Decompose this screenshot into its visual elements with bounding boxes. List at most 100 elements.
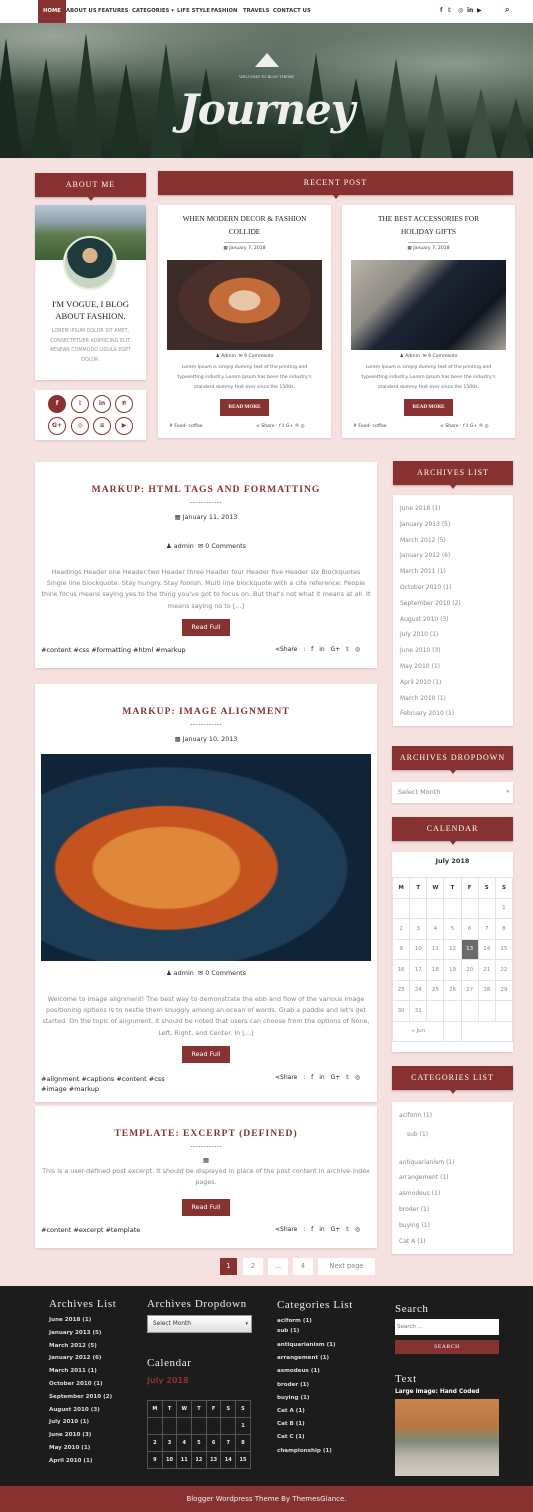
calendar-date[interactable]: 21 bbox=[477, 959, 496, 981]
list-item[interactable]: arrangement (1) bbox=[399, 1170, 454, 1186]
linkedin-icon[interactable]: in bbox=[93, 395, 111, 413]
twitter-icon[interactable]: 𝕥 bbox=[448, 7, 451, 14]
calendar-date[interactable]: 29 bbox=[494, 979, 514, 1001]
next-page-button[interactable]: Next page bbox=[318, 1258, 375, 1275]
nav-contact-us[interactable]: CONTACT US bbox=[273, 0, 311, 23]
list-item[interactable]: June 2018 (1) bbox=[400, 501, 461, 517]
list-item[interactable]: January 2012 (6) bbox=[49, 1352, 112, 1365]
calendar-date[interactable]: 22 bbox=[494, 959, 514, 981]
read-more-button[interactable]: READ MORE bbox=[404, 399, 453, 416]
nav-travels[interactable]: TRAVELS bbox=[243, 0, 270, 23]
nav-home[interactable]: HOME bbox=[38, 0, 66, 23]
share-links[interactable]: Share : f in G+ 𝕥 ◎ bbox=[280, 1226, 360, 1233]
calendar-prev-month-link[interactable]: « Jun bbox=[391, 1020, 445, 1042]
list-item[interactable]: Cat A (1) bbox=[399, 1234, 454, 1250]
list-item[interactable]: asmodeus (1) bbox=[399, 1186, 454, 1202]
calendar-date[interactable]: 3 bbox=[161, 1434, 178, 1452]
calendar-date[interactable]: 10 bbox=[409, 938, 428, 960]
list-item[interactable]: June 2010 (3) bbox=[400, 643, 461, 659]
recent-post-title[interactable]: THE BEST ACCESSORIES FOR bbox=[342, 213, 515, 226]
rss-icon[interactable]: ≋ bbox=[93, 417, 111, 435]
read-more-button[interactable]: READ MORE bbox=[220, 399, 269, 416]
list-item[interactable]: Cat A (1) bbox=[277, 1405, 336, 1418]
list-item[interactable]: sub (1) bbox=[399, 1127, 454, 1143]
page-1-button[interactable]: 1 bbox=[220, 1258, 237, 1275]
post-tag[interactable]: Food- coffee bbox=[358, 424, 386, 429]
calendar-date[interactable]: 4 bbox=[176, 1434, 193, 1452]
calendar-date[interactable]: 13 bbox=[205, 1451, 222, 1469]
list-item[interactable]: May 2010 (1) bbox=[400, 659, 461, 675]
youtube-icon[interactable]: ▶ bbox=[115, 417, 133, 435]
calendar-date[interactable]: 7 bbox=[220, 1434, 237, 1452]
calendar-date[interactable]: 18 bbox=[426, 959, 445, 981]
list-item[interactable]: August 2010 (3) bbox=[49, 1404, 112, 1417]
nav-fashion[interactable]: FASHION bbox=[211, 0, 237, 23]
list-item[interactable]: March 2010 (1) bbox=[400, 691, 461, 707]
list-item[interactable]: July 2010 (1) bbox=[49, 1416, 112, 1429]
calendar-date[interactable]: 6 bbox=[205, 1434, 222, 1452]
post-author[interactable]: admin bbox=[174, 969, 194, 977]
list-item[interactable]: buying (1) bbox=[277, 1392, 336, 1405]
read-full-button[interactable]: Read Full bbox=[182, 1046, 230, 1063]
facebook-icon[interactable]: f bbox=[48, 395, 66, 413]
list-item[interactable]: April 2010 (1) bbox=[49, 1455, 112, 1468]
nav-about-us[interactable]: ABOUT US bbox=[66, 0, 97, 23]
calendar-date[interactable]: 2 bbox=[391, 918, 411, 940]
calendar-date[interactable]: 19 bbox=[443, 959, 462, 981]
calendar-date[interactable]: 7 bbox=[477, 918, 496, 940]
list-item[interactable]: March 2012 (5) bbox=[400, 533, 461, 549]
list-item[interactable]: broder (1) bbox=[399, 1202, 454, 1218]
post-author[interactable]: Admin bbox=[221, 354, 236, 359]
calendar-date[interactable]: 11 bbox=[176, 1451, 193, 1469]
site-logo[interactable]: Journey bbox=[0, 85, 533, 134]
calendar-date[interactable]: 9 bbox=[147, 1451, 163, 1469]
calendar-date[interactable]: 30 bbox=[391, 1000, 411, 1022]
page-2-button[interactable]: 2 bbox=[243, 1258, 263, 1275]
pinterest-icon[interactable]: ℗ bbox=[115, 395, 133, 413]
calendar-date[interactable]: 8 bbox=[494, 918, 514, 940]
list-item[interactable]: antiquarianism (1) bbox=[399, 1155, 454, 1171]
post-title[interactable]: TEMPLATE: EXCERPT (DEFINED) bbox=[35, 1128, 377, 1139]
nav-categories[interactable]: CATEGORIES ▾ bbox=[132, 0, 174, 23]
calendar-date[interactable]: 13 bbox=[460, 938, 479, 960]
list-item[interactable]: arrangement (1) bbox=[277, 1352, 336, 1365]
list-item[interactable]: Cat B (1) bbox=[277, 1418, 336, 1431]
list-item[interactable]: buying (1) bbox=[399, 1218, 454, 1234]
list-item[interactable]: Cat C (1) bbox=[277, 1431, 336, 1444]
recent-post-title-line2[interactable]: COLLIDE bbox=[158, 226, 331, 239]
calendar-date[interactable]: 11 bbox=[426, 938, 445, 960]
calendar-date[interactable]: 6 bbox=[460, 918, 479, 940]
calendar-date[interactable]: 1 bbox=[235, 1417, 251, 1435]
calendar-date[interactable]: 26 bbox=[443, 979, 462, 1001]
list-item[interactable]: September 2010 (2) bbox=[400, 596, 461, 612]
instagram-icon[interactable]: ◎ bbox=[71, 417, 89, 435]
post-author[interactable]: Admin bbox=[405, 354, 420, 359]
post-tags[interactable]: #content #excerpt #template bbox=[41, 1226, 140, 1234]
list-item[interactable]: aciform (1) bbox=[399, 1108, 454, 1124]
calendar-date[interactable]: 14 bbox=[477, 938, 496, 960]
google-plus-icon[interactable]: G+ bbox=[48, 417, 66, 435]
calendar-date[interactable]: 14 bbox=[220, 1451, 237, 1469]
list-item[interactable]: championship (1) bbox=[277, 1445, 336, 1458]
recent-post-title[interactable]: WHEN MODERN DECOR & FASHION bbox=[158, 213, 331, 226]
list-item[interactable]: sub (1) bbox=[277, 1326, 336, 1336]
list-item[interactable]: October 2010 (1) bbox=[49, 1378, 112, 1391]
calendar-date[interactable]: 20 bbox=[460, 959, 479, 981]
list-item[interactable]: September 2010 (2) bbox=[49, 1391, 112, 1404]
calendar-date[interactable]: 5 bbox=[191, 1434, 207, 1452]
linkedin-icon[interactable]: in bbox=[467, 7, 473, 14]
read-full-button[interactable]: Read Full bbox=[182, 619, 230, 636]
calendar-date[interactable]: 12 bbox=[443, 938, 462, 960]
list-item[interactable]: June 2010 (3) bbox=[49, 1429, 112, 1442]
list-item[interactable]: May 2010 (1) bbox=[49, 1442, 112, 1455]
calendar-date[interactable]: 15 bbox=[235, 1451, 251, 1469]
list-item[interactable]: January 2013 (5) bbox=[49, 1327, 112, 1340]
paella-image[interactable] bbox=[41, 754, 371, 961]
calendar-date[interactable]: 23 bbox=[391, 979, 411, 1001]
share-links[interactable]: Share : f 𝕥 G+ ℗ ◎ bbox=[445, 424, 488, 429]
calendar-date[interactable]: 31 bbox=[409, 1000, 428, 1022]
list-item[interactable]: March 2011 (1) bbox=[49, 1365, 112, 1378]
calendar-date[interactable]: 28 bbox=[477, 979, 496, 1001]
list-item[interactable]: broder (1) bbox=[277, 1379, 336, 1392]
footer-month-select[interactable]: Select Month ▾ bbox=[147, 1315, 252, 1333]
